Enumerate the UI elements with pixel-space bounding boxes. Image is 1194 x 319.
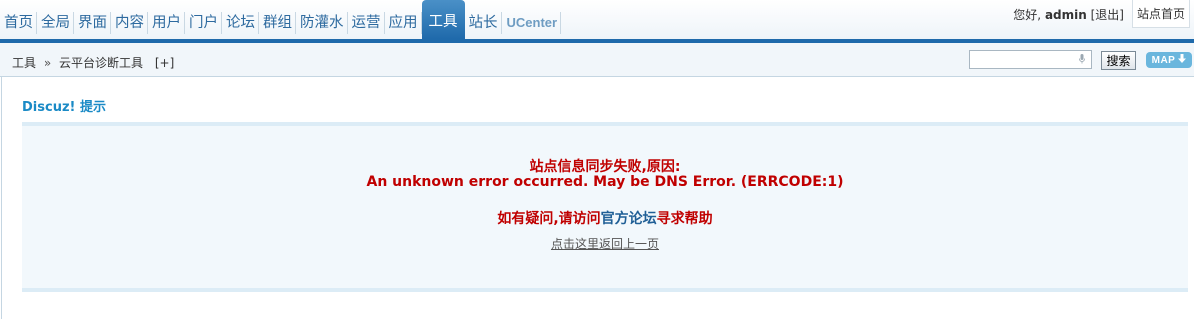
breadcrumb-current: 云平台诊断工具 xyxy=(59,56,144,70)
nav-item-home[interactable]: 首页 xyxy=(0,12,37,34)
official-forum-link[interactable]: 官方论坛 xyxy=(601,211,657,227)
help-message: 如有疑问,请访问官方论坛寻求帮助 xyxy=(22,208,1188,228)
nav-item-anti-spam[interactable]: 防灌水 xyxy=(296,12,348,34)
username: admin xyxy=(1044,8,1087,22)
content-left-border xyxy=(1,77,2,319)
back-message: 点击这里返回上一页 xyxy=(22,235,1188,252)
breadcrumb-separator: » xyxy=(43,56,52,70)
nav-item-portal[interactable]: 门户 xyxy=(185,12,222,34)
nav-item-users[interactable]: 用户 xyxy=(148,12,185,34)
app-window: 首页 全局 界面 内容 用户 门户 论坛 群组 防灌水 运营 应用 工具 站长 … xyxy=(0,0,1194,319)
breadcrumb-root[interactable]: 工具 xyxy=(12,56,36,70)
nav-item-interface[interactable]: 界面 xyxy=(74,12,111,34)
notice-box: 站点信息同步失败,原因: An unknown error occurred. … xyxy=(22,122,1188,292)
add-shortcut-link[interactable]: [+] xyxy=(155,56,174,70)
help-suffix: 寻求帮助 xyxy=(656,211,713,227)
nav-item-ucenter[interactable]: UCenter xyxy=(502,12,562,34)
user-area: 您好, admin [退出] 站点首页 xyxy=(1013,0,1194,39)
map-button-label: MAP xyxy=(1151,54,1176,66)
nav-item-webmaster[interactable]: 站长 xyxy=(465,12,502,34)
nav-item-apps[interactable]: 应用 xyxy=(385,12,422,34)
logout-link[interactable]: [退出] xyxy=(1091,8,1124,22)
site-home-button[interactable]: 站点首页 xyxy=(1132,0,1190,28)
nav-item-tools[interactable]: 工具 xyxy=(421,0,465,39)
sub-toolbar: 工具 » 云平台诊断工具 [+] 搜索 MAP xyxy=(0,43,1194,77)
go-back-link[interactable]: 点击这里返回上一页 xyxy=(551,237,659,251)
breadcrumb: 工具 » 云平台诊断工具 [+] xyxy=(12,54,174,71)
nav-item-global[interactable]: 全局 xyxy=(37,12,74,34)
error-message-detail: An unknown error occurred. May be DNS Er… xyxy=(366,174,844,190)
nav-item-operations[interactable]: 运营 xyxy=(348,12,385,34)
help-prefix: 如有疑问,请访问 xyxy=(497,211,601,227)
microphone-icon[interactable] xyxy=(1079,54,1085,64)
greeting-prefix: 您好, xyxy=(1013,8,1042,22)
search-button[interactable]: 搜索 xyxy=(1101,51,1136,70)
panel-title: Discuz! 提示 xyxy=(22,100,106,115)
main-nav: 首页 全局 界面 内容 用户 门户 论坛 群组 防灌水 运营 应用 工具 站长 … xyxy=(0,0,562,39)
nav-item-groups[interactable]: 群组 xyxy=(259,12,296,34)
user-greeting: 您好, admin [退出] xyxy=(1013,6,1124,23)
top-nav-bar: 首页 全局 界面 内容 用户 门户 论坛 群组 防灌水 运营 应用 工具 站长 … xyxy=(0,0,1194,39)
nav-item-content[interactable]: 内容 xyxy=(111,12,148,34)
nav-item-forum[interactable]: 论坛 xyxy=(222,12,259,34)
map-button[interactable]: MAP xyxy=(1146,52,1192,68)
search-input[interactable] xyxy=(969,50,1092,69)
arrow-down-icon xyxy=(1178,54,1187,66)
error-message-title: 站点信息同步失败,原因: xyxy=(529,159,681,175)
